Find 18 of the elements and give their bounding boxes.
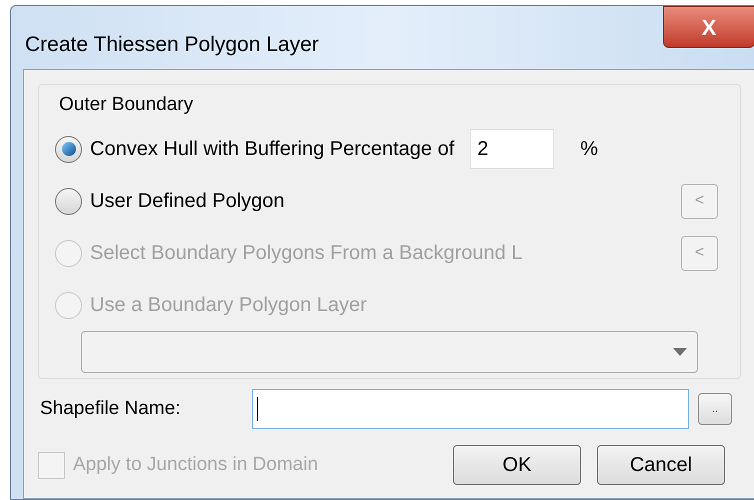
- option-label: Select Boundary Polygons From a Background L: [90, 241, 522, 266]
- unit-label: %: [580, 137, 598, 162]
- layer-dropdown[interactable]: [81, 331, 698, 373]
- dialog-button[interactable]: Cancel: [597, 445, 725, 485]
- dropdown-arrow-icon: [673, 348, 687, 356]
- percentage-field[interactable]: 2: [470, 129, 554, 169]
- browse-button[interactable]: ..: [698, 393, 732, 425]
- field-label: Shapefile Name:: [40, 396, 182, 421]
- shapefile-name-field[interactable]: [252, 389, 689, 429]
- close-button[interactable]: X: [663, 6, 754, 48]
- dialog-button[interactable]: OK: [453, 445, 581, 485]
- radio-button[interactable]: [55, 136, 82, 162]
- window-title: Create Thiessen Polygon Layer: [25, 32, 319, 58]
- option-label: Use a Boundary Polygon Layer: [90, 293, 367, 318]
- option-label: User Defined Polygon: [90, 189, 285, 214]
- option-label: Convex Hull with Buffering Percentage of: [90, 137, 454, 162]
- radio-button[interactable]: [55, 188, 82, 214]
- checkbox-label: Apply to Junctions in Domain: [73, 452, 320, 477]
